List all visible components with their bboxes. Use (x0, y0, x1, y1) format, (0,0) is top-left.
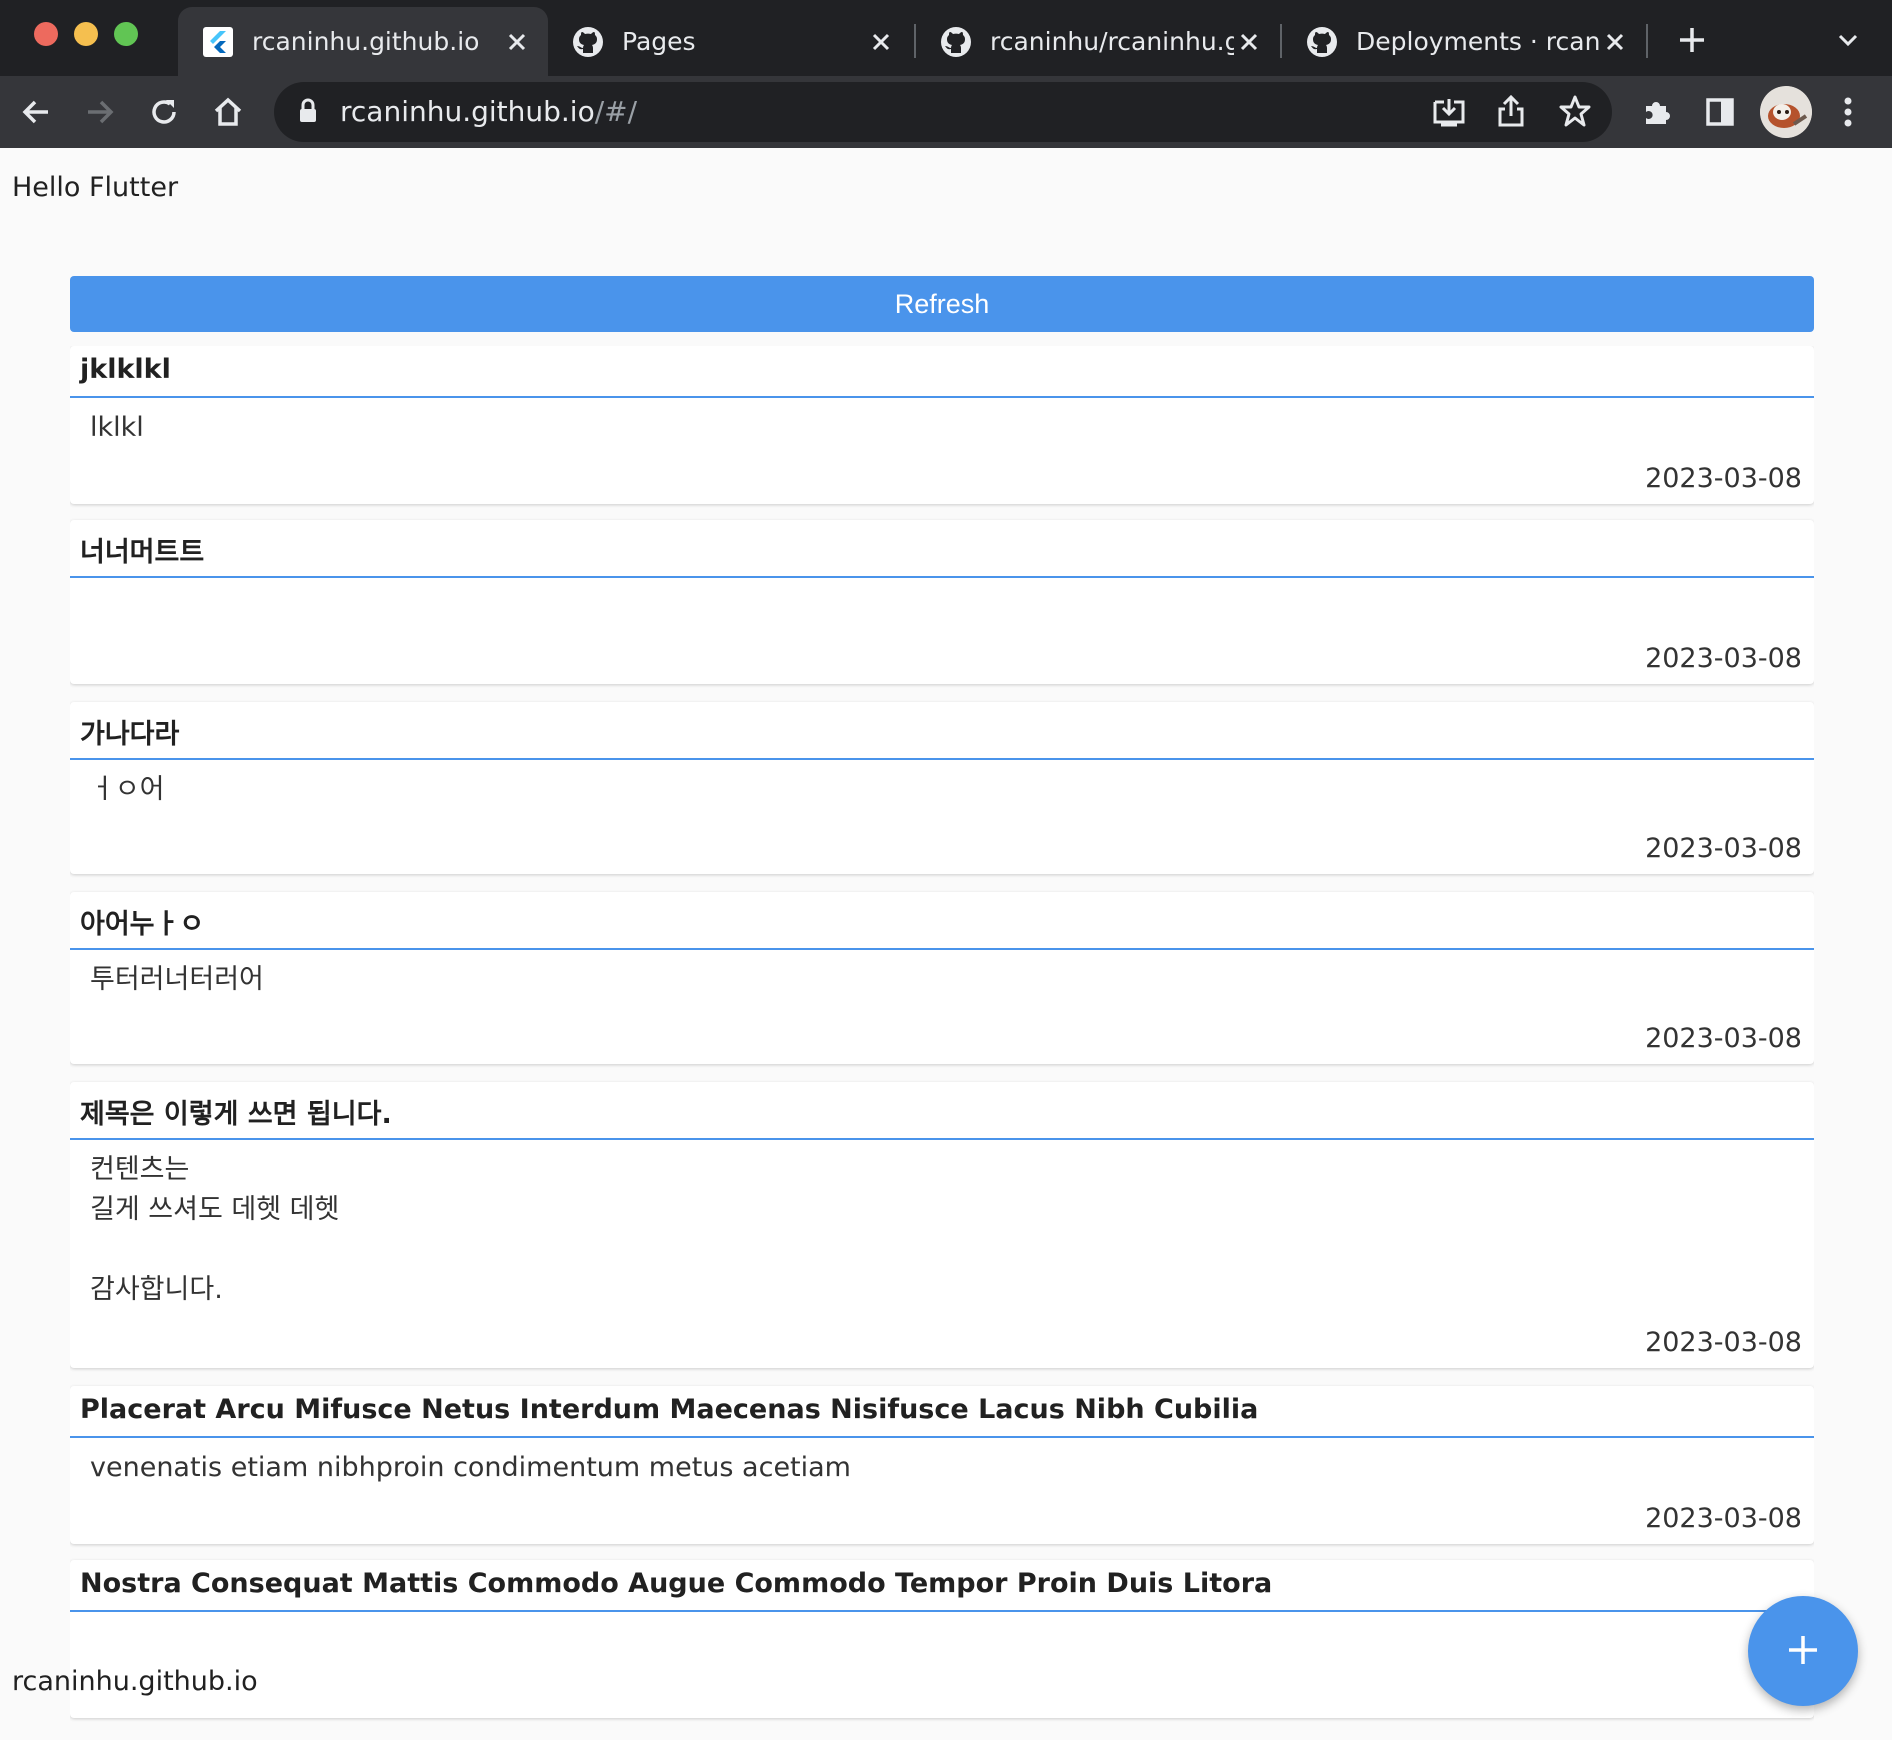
post-date: 2023-03-08 (1645, 643, 1802, 674)
window-minimize-button[interactable] (74, 22, 98, 46)
browser-tab-2[interactable]: rcaninhu/rcaninhu.git (916, 7, 1280, 76)
post-title: Nostra Consequat Mattis Commodo Augue Co… (70, 1560, 1814, 1612)
post-card[interactable]: Nostra Consequat Mattis Commodo Augue Co… (70, 1560, 1814, 1718)
post-content: 컨텐츠는 길게 쓰셔도 데헷 데헷 감사합니다. (90, 1154, 340, 1305)
bookmark-star-icon[interactable] (1558, 94, 1592, 132)
browser-toolbar: rcaninhu.github.io/#/ (0, 76, 1892, 148)
tab-title: Pages (622, 27, 696, 56)
post-card[interactable]: Placerat Arcu Mifusce Netus Interdum Mae… (70, 1386, 1814, 1544)
browser-tab-3[interactable]: Deployments · rcanin (1282, 7, 1646, 76)
post-title: 아어누ㅏㅇ (70, 892, 1814, 950)
url-host: rcaninhu.github.io (340, 95, 595, 128)
post-date: 2023-03-08 (1645, 1327, 1802, 1358)
post-card[interactable]: jklklkl lklkl 2023-03-08 (70, 346, 1814, 504)
more-menu-icon[interactable] (1826, 90, 1870, 134)
post-date: 2023-03-08 (1645, 1023, 1802, 1054)
post-date: 2023-03-08 (1645, 1503, 1802, 1534)
profile-avatar[interactable] (1760, 86, 1812, 138)
post-title: jklklkl (70, 346, 1814, 398)
tab-title: rcaninhu/rcaninhu.git (990, 27, 1234, 56)
post-card[interactable]: 가나다라 ㅓㅇ어 2023-03-08 (70, 702, 1814, 874)
post-title: 제목은 이렇게 쓰면 됩니다. (70, 1082, 1814, 1140)
post-title: Placerat Arcu Mifusce Netus Interdum Mae… (70, 1386, 1814, 1438)
url-path: /#/ (594, 95, 638, 128)
flutter-icon (202, 26, 234, 58)
browser-tab-0[interactable]: rcaninhu.github.io (178, 7, 548, 76)
refresh-button[interactable]: Refresh (70, 276, 1814, 332)
github-icon (940, 26, 972, 58)
back-arrow-icon[interactable] (14, 90, 58, 134)
close-tab-icon[interactable] (1234, 27, 1264, 57)
plus-icon (1786, 1633, 1820, 1670)
tab-separator (1646, 24, 1648, 58)
forward-arrow-icon[interactable] (78, 90, 122, 134)
github-icon (1306, 26, 1338, 58)
post-content: ㅓㅇ어 (90, 774, 165, 805)
address-bar[interactable]: rcaninhu.github.io/#/ (274, 82, 1612, 142)
post-content: venenatis etiam nibhproin condimentum me… (90, 1452, 851, 1483)
post-card[interactable]: 너너머트트 2023-03-08 (70, 520, 1814, 684)
share-icon[interactable] (1496, 94, 1526, 132)
tab-title: rcaninhu.github.io (252, 27, 480, 56)
close-tab-icon[interactable] (866, 27, 896, 57)
post-content: lklkl (90, 412, 144, 443)
post-title: 너너머트트 (70, 520, 1814, 578)
window-zoom-button[interactable] (114, 22, 138, 46)
post-title: 가나다라 (70, 702, 1814, 760)
close-tab-icon[interactable] (502, 27, 532, 57)
extensions-puzzle-icon[interactable] (1634, 90, 1678, 134)
post-card[interactable]: 제목은 이렇게 쓰면 됩니다. 컨텐츠는 길게 쓰셔도 데헷 데헷 감사합니다.… (70, 1082, 1814, 1368)
reload-icon[interactable] (142, 90, 186, 134)
post-date: 2023-03-08 (1645, 833, 1802, 864)
window-close-button[interactable] (34, 22, 58, 46)
home-icon[interactable] (206, 90, 250, 134)
post-content (70, 1612, 1814, 1622)
browser-tab-bar: rcaninhu.github.io Pages rcaninhu/rcanin… (0, 0, 1892, 76)
browser-tab-1[interactable]: Pages (548, 7, 912, 76)
app-title: Hello Flutter (12, 172, 179, 203)
tab-search-chevron-down-icon[interactable] (1826, 18, 1870, 62)
post-content: 투터러너터러어 (90, 964, 264, 995)
close-tab-icon[interactable] (1600, 27, 1630, 57)
new-tab-plus-icon[interactable] (1670, 18, 1714, 62)
github-icon (572, 26, 604, 58)
flutter-app-page: Hello Flutter Refresh jklklkl lklkl 2023… (0, 148, 1892, 1740)
url-text: rcaninhu.github.io/#/ (340, 95, 637, 128)
post-card[interactable]: 아어누ㅏㅇ 투터러너터러어 2023-03-08 (70, 892, 1814, 1064)
lock-icon (298, 98, 318, 128)
post-content (70, 578, 1814, 588)
status-text: rcaninhu.github.io (12, 1666, 258, 1697)
install-app-icon[interactable] (1432, 96, 1466, 132)
side-panel-icon[interactable] (1698, 90, 1742, 134)
post-date: 2023-03-08 (1645, 463, 1802, 494)
add-post-button[interactable] (1748, 1596, 1858, 1706)
post-list[interactable]: jklklkl lklkl 2023-03-08 너너머트트 2023-03-0… (70, 346, 1814, 1740)
tab-title: Deployments · rcanin (1356, 27, 1600, 56)
